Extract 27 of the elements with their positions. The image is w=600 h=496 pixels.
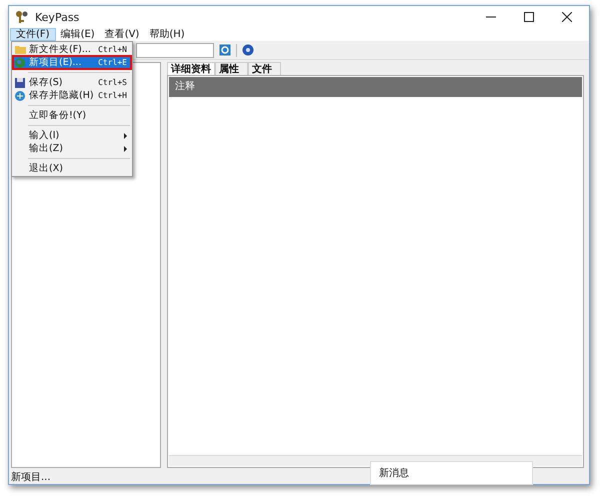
notification-text: 新消息 <box>379 466 409 480</box>
save-icon <box>15 78 25 88</box>
close-icon[interactable] <box>562 12 572 22</box>
tab[interactable]: 属性 <box>215 62 248 75</box>
tab[interactable]: 文件 <box>248 62 281 75</box>
tab[interactable]: 详细资料 <box>167 62 215 75</box>
submenu-arrow-icon <box>124 132 127 138</box>
menu-entry[interactable]: 新项目(E)... Ctrl+E <box>13 56 131 69</box>
maximize-icon[interactable] <box>524 12 534 22</box>
menu-item[interactable]: 文件(F) <box>10 28 56 41</box>
menu-entry[interactable]: 退出(X) <box>13 162 131 175</box>
submenu-arrow-icon <box>124 146 127 152</box>
notes-header: 注释 <box>169 77 582 97</box>
key-icon <box>15 10 29 24</box>
menu-entry[interactable]: 新文件夹(F)... Ctrl+N <box>13 43 131 56</box>
menu-item[interactable]: 帮助(H) <box>144 28 190 41</box>
window-title: KeyPass <box>35 10 80 24</box>
menu-item[interactable]: 编辑(E) <box>56 28 100 41</box>
menu-entry[interactable]: 输出(Z) <box>13 142 131 155</box>
status-text: 新项目... <box>11 470 51 484</box>
menu-item[interactable]: 查看(V) <box>100 28 144 41</box>
menu-entry[interactable]: 输入(I) <box>13 129 131 142</box>
folder-icon <box>14 45 26 54</box>
menu-entry[interactable]: 保存(S) Ctrl+S <box>13 76 131 89</box>
search-field[interactable] <box>136 42 214 58</box>
menu-entry[interactable]: 保存并隐藏(H) Ctrl+H <box>13 89 131 102</box>
menu-entry[interactable]: 立即备份!(Y) <box>13 109 131 122</box>
